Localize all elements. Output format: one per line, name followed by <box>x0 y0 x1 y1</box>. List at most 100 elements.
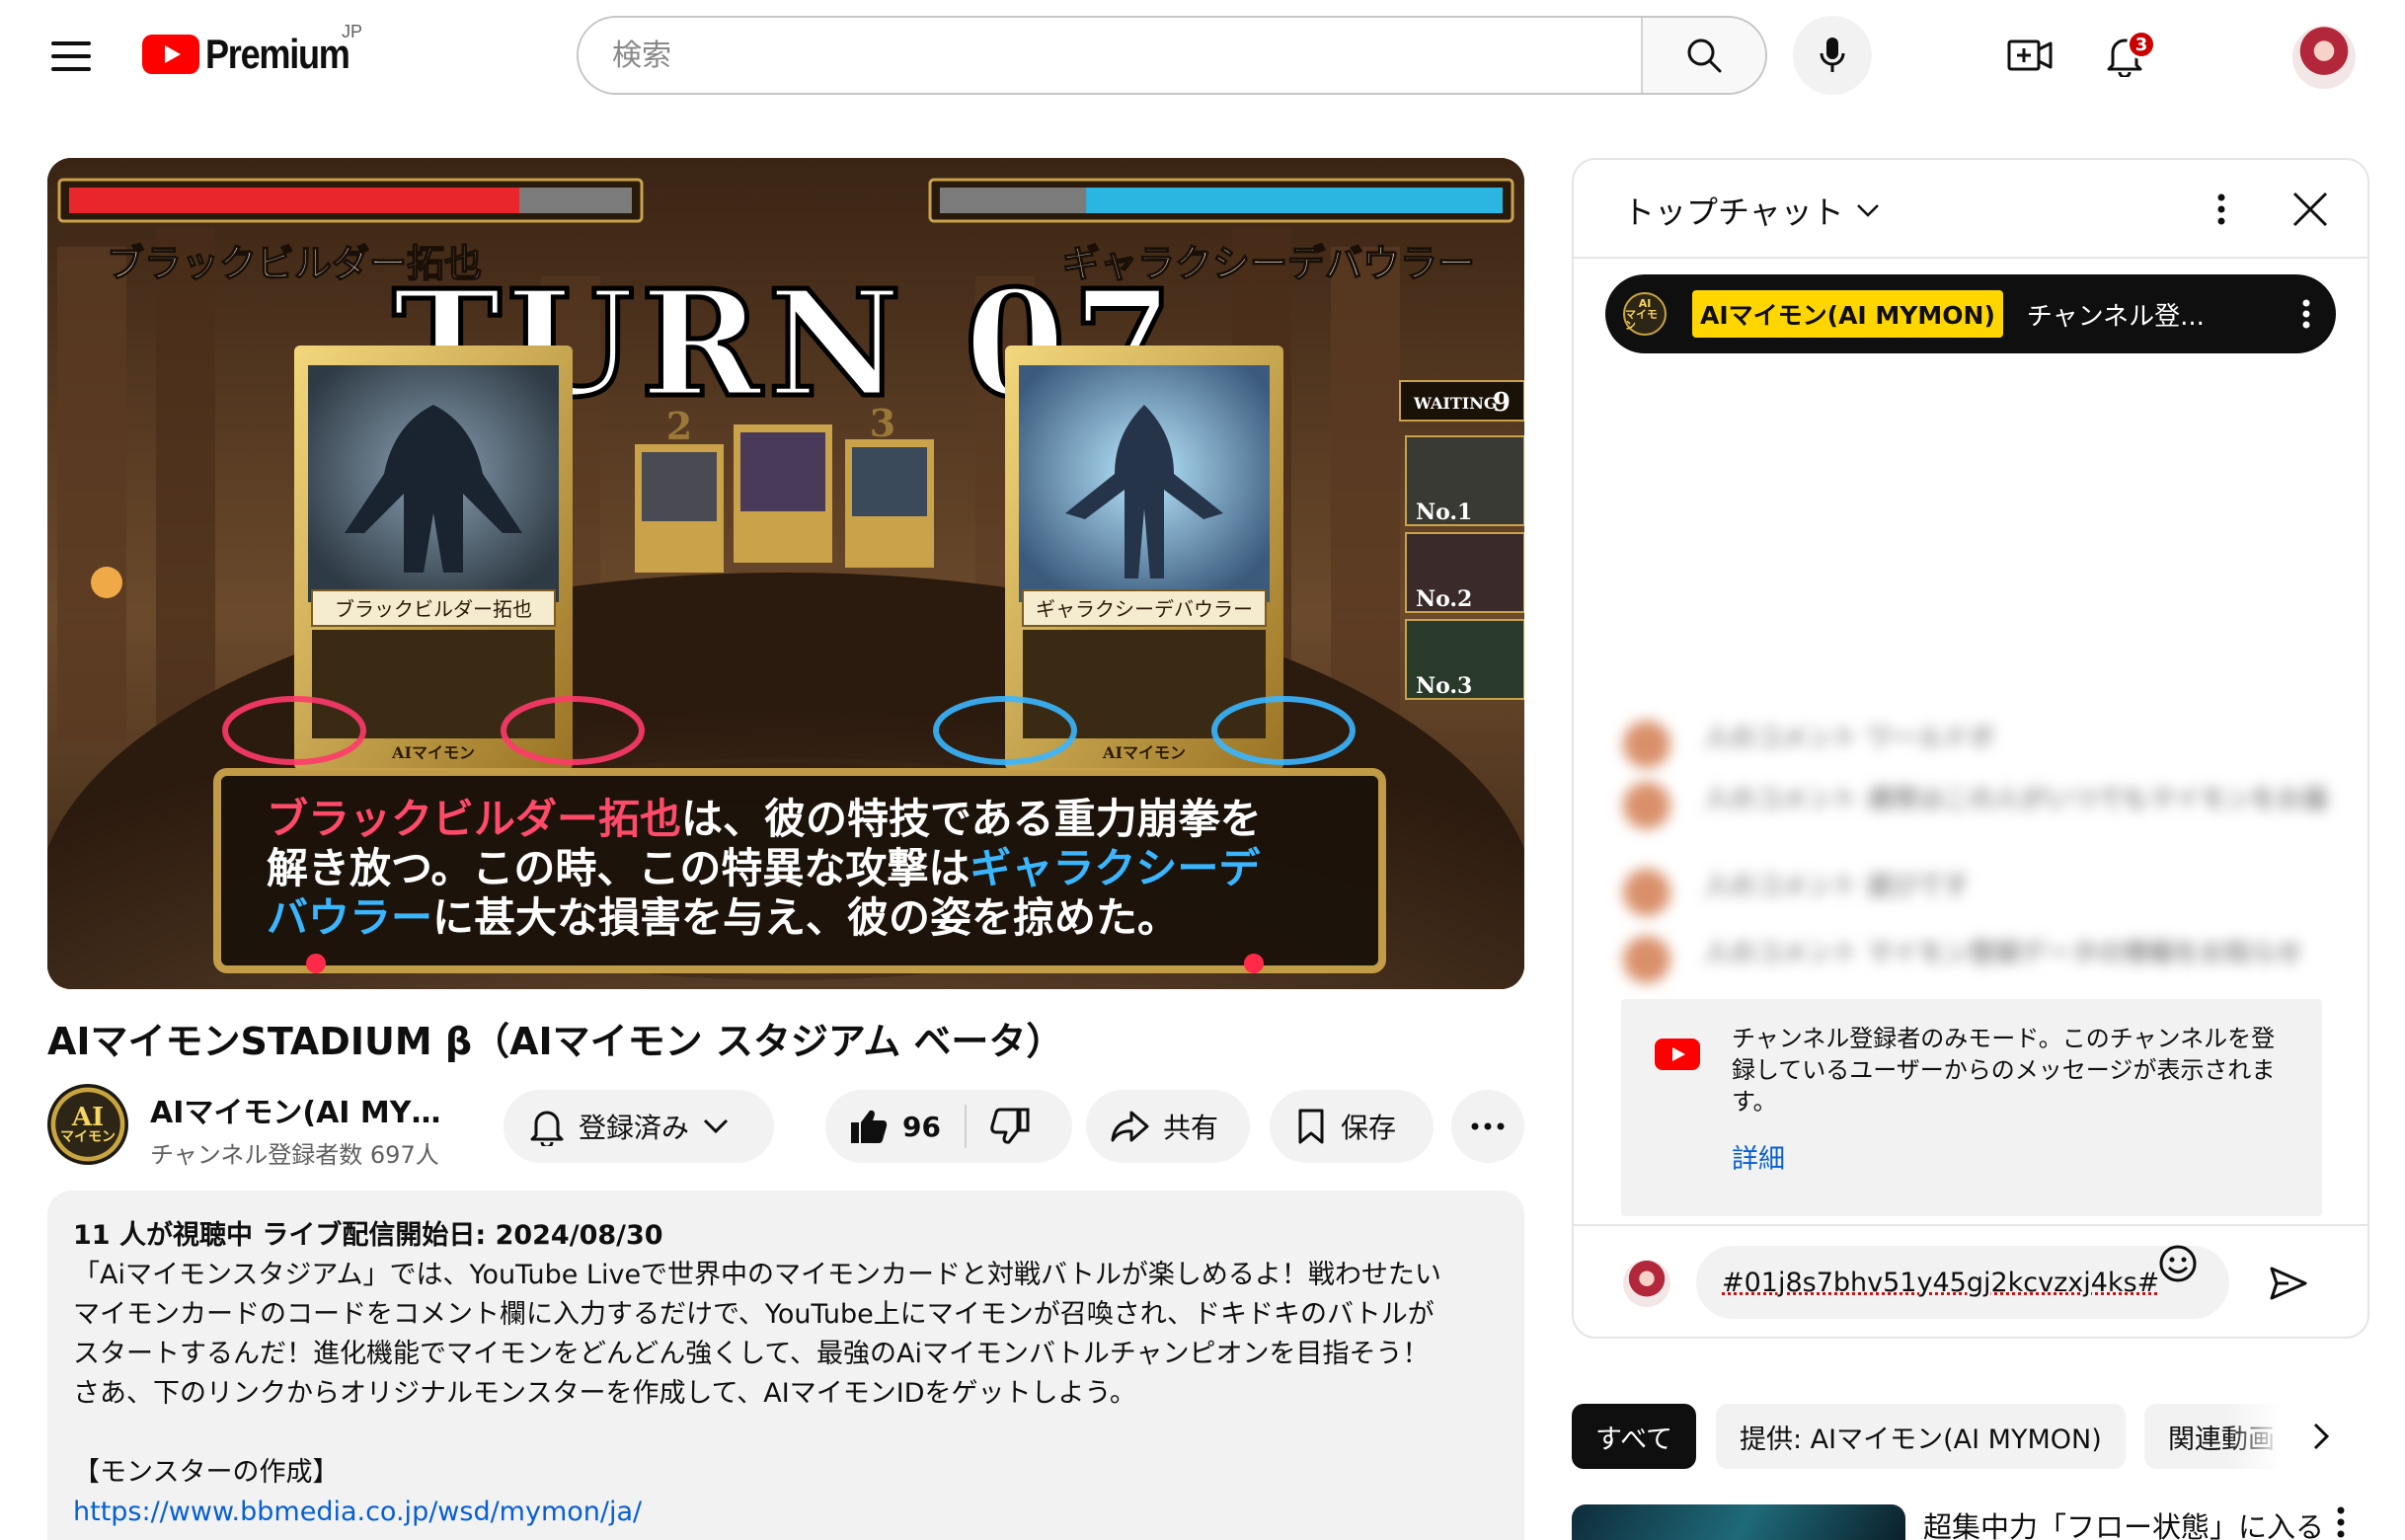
chat-input-value: #01j8s7bhv51y45gj2kcvzxj4ks# <box>1722 1267 2160 1298</box>
ticker-text: チャンネル登... <box>2026 301 2205 332</box>
save-button[interactable]: 保存 <box>1270 1090 1434 1163</box>
video-title: AIマイモンSTADIUM β（AIマイモン スタジアム ベータ） <box>47 1020 1064 1063</box>
account-avatar[interactable] <box>2292 26 2356 89</box>
search-button[interactable] <box>1641 18 1765 93</box>
narration-gem <box>306 954 326 973</box>
dislike-button[interactable] <box>990 1108 1030 1145</box>
chat-author-avatar <box>1623 936 1670 983</box>
bell-icon <box>529 1107 565 1146</box>
chat-message: 人のコメント マイモン登録データの情報をお知らせ <box>1623 936 2302 983</box>
chips-next-button[interactable] <box>2296 1412 2346 1461</box>
chevron-down-icon <box>1856 203 1880 217</box>
notification-count-badge: 3 <box>2127 30 2156 59</box>
search-input[interactable] <box>579 18 1641 93</box>
chevron-right-icon <box>2313 1423 2329 1450</box>
chat-message-text: 人のコメント ワールドボ <box>1704 724 1995 753</box>
chat-close-button[interactable] <box>2287 186 2334 233</box>
thumbs-up-icon <box>851 1110 888 1143</box>
chat-mode-label: トップチャット <box>1623 193 1844 231</box>
queue-label: No.3 <box>1416 673 1472 699</box>
related-video-title[interactable]: 超集中力「フロー状態」に入る <box>1923 1504 2324 1540</box>
narration-line-1: ブラックビルダー拓也は、彼の特技である重力崩拳を <box>267 795 1262 843</box>
menu-icon-bar <box>51 41 91 45</box>
channel-avatar[interactable]: AI マイモン <box>47 1084 128 1165</box>
youtube-premium-logo[interactable]: Premium <box>142 30 372 79</box>
related-video-thumbnail[interactable] <box>1572 1504 1905 1540</box>
left-card-name: ブラックビルダー拓也 <box>335 597 532 621</box>
ticker-more-button[interactable] <box>2287 294 2326 334</box>
user-avatar <box>1623 1260 1670 1307</box>
like-divider <box>964 1105 967 1148</box>
narration-text: に甚大な損害を与え、彼の姿を掠めた。 <box>432 893 1179 942</box>
create-video-icon <box>2007 39 2053 71</box>
chip-all[interactable]: すべて <box>1572 1404 1697 1469</box>
narration-text: 解き放つ。この時、この特異な攻撃は <box>267 844 970 892</box>
thumbs-down-icon <box>990 1108 1030 1144</box>
description-link[interactable]: https://www.bbmedia.co.jp/wsd/mymon/ja/ <box>73 1497 642 1527</box>
chat-mode-selector[interactable]: トップチャット <box>1623 188 1880 233</box>
youtube-play-icon <box>142 35 199 74</box>
chat-message: 人のコメント 通常はこの人がいつでもマイモンをお届 <box>1623 782 2328 829</box>
waiting-label: WAITING <box>1413 394 1498 413</box>
menu-button[interactable] <box>51 41 91 71</box>
card-brand: AIマイモン <box>391 743 475 762</box>
description-section-heading: 【モンスターの作成】 <box>73 1457 340 1488</box>
search-icon <box>1687 38 1722 73</box>
pinned-ticker[interactable]: AI マイモン AIマイモン(AI MYMON) チャンネル登... <box>1605 274 2336 353</box>
subscriber-count: チャンネル登録者数 697人 <box>150 1141 439 1169</box>
voice-search-button[interactable] <box>1793 16 1872 95</box>
ticker-author: AIマイモン(AI MYMON) <box>1692 290 2003 338</box>
live-chat-panel: トップチャット AI マイモン AIマイモン(AI MYMON) チャンネル登.… <box>1572 158 2369 1339</box>
chip-from-channel[interactable]: 提供: AIマイモン(AI MYMON) <box>1716 1404 2126 1469</box>
mini-card-art <box>740 432 825 511</box>
send-button[interactable] <box>2267 1262 2310 1305</box>
chat-more-button[interactable] <box>2202 190 2241 229</box>
chat-input[interactable]: #01j8s7bhv51y45gj2kcvzxj4ks# <box>1696 1246 2229 1319</box>
mini-card-number: 2 <box>666 404 692 448</box>
card-stats <box>312 630 555 738</box>
channel-avatar-text: AI <box>71 1103 105 1132</box>
more-vertical-icon <box>2217 193 2225 225</box>
chevron-down-icon <box>703 1118 729 1134</box>
channel-name[interactable]: AIマイモン(AI MYMON) <box>150 1088 466 1131</box>
region-code: JP <box>342 22 363 41</box>
notifications-button[interactable]: 3 <box>2095 26 2156 85</box>
queue-label: No.2 <box>1416 586 1472 612</box>
create-button[interactable] <box>2000 26 2059 85</box>
like-button[interactable] <box>849 1108 889 1145</box>
chip-related[interactable]: 関連動画 <box>2144 1404 2283 1469</box>
mini-card-number: 3 <box>870 401 895 445</box>
card-stats <box>1023 630 1266 738</box>
right-hp-bar <box>1086 188 1503 213</box>
view-meta: 11 人が視聴中 ライブ配信開始日: 2024/08/30 <box>73 1220 663 1251</box>
ticker-avatar-text: マイモン <box>1625 307 1658 332</box>
emoji-button[interactable] <box>2158 1244 2198 1283</box>
narration-highlight: バウラー <box>267 893 432 942</box>
chat-author-avatar <box>1623 721 1670 768</box>
video-player[interactable]: ブラックビルダー拓也 ギャラクシーデバウラー TURN 07 ブラックビルダー拓… <box>47 158 1524 989</box>
description-box[interactable]: 11 人が視聴中 ライブ配信開始日: 2024/08/30 「Aiマイモンスタジ… <box>47 1191 1524 1540</box>
related-video-more-button[interactable] <box>2326 1506 2356 1540</box>
more-actions-button[interactable] <box>1451 1090 1524 1163</box>
chat-message: 人のコメント ワールドボ <box>1623 721 1994 768</box>
share-label: 共有 <box>1163 1112 1219 1144</box>
chat-message-text: 人のコメント 遊びです <box>1704 872 1970 901</box>
microphone-icon <box>1820 38 1845 72</box>
pillar <box>57 247 126 740</box>
description-line: スタートするんだ！進化機能でマイモンをどんどん強くして、最強のAiマイモンバトル… <box>73 1339 1430 1369</box>
pillar <box>156 227 215 740</box>
torch-flame <box>91 567 122 598</box>
ticker-avatar-text: AI <box>1638 296 1652 310</box>
subscribed-button[interactable]: 登録済み <box>504 1090 774 1163</box>
youtube-icon <box>1655 1039 1700 1070</box>
mini-card-art <box>852 447 927 516</box>
mini-card-art <box>642 452 717 521</box>
chat-header: トップチャット <box>1574 160 2367 259</box>
notice-details-link[interactable]: 詳細 <box>1732 1137 1785 1176</box>
more-vertical-icon <box>2337 1506 2345 1538</box>
menu-icon-bar <box>51 54 91 58</box>
share-button[interactable]: 共有 <box>1086 1090 1250 1163</box>
like-count: 96 <box>902 1110 941 1143</box>
subscribed-label: 登録済み <box>579 1112 690 1144</box>
pillar <box>1331 247 1400 740</box>
